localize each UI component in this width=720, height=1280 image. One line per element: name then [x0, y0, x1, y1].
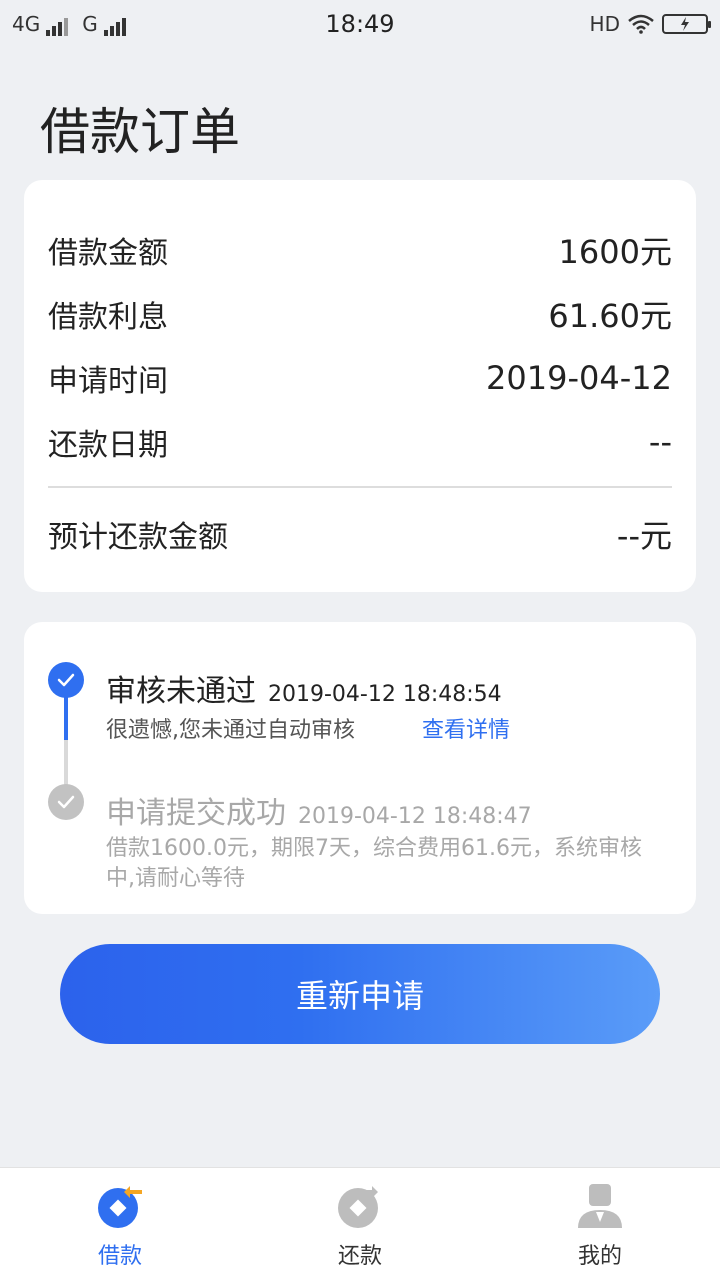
- tab-profile[interactable]: 我的: [480, 1168, 720, 1280]
- bottom-tab-bar: 借款 还款 我的: [0, 1167, 720, 1280]
- reapply-button[interactable]: 重新申请: [60, 944, 660, 1044]
- tab-loan[interactable]: 借款: [0, 1168, 240, 1280]
- status-timeline-card: 审核未通过 2019-04-12 18:48:54 很遗憾,您未通过自动审核 查…: [24, 622, 696, 914]
- loan-icon: [98, 1186, 142, 1228]
- timeline-desc: 很遗憾,您未通过自动审核: [106, 718, 355, 743]
- summary-row-expected-repay: 预计还款金额 --元: [48, 514, 672, 555]
- repay-icon: [338, 1186, 378, 1228]
- summary-row-amount: 借款金额 1600元: [48, 230, 672, 271]
- summary-value: --: [648, 423, 672, 461]
- summary-label: 借款利息: [48, 300, 168, 335]
- timeline-item-rejected: 审核未通过 2019-04-12 18:48:54: [106, 666, 676, 710]
- summary-row-interest: 借款利息 61.60元: [48, 294, 672, 335]
- loan-summary-card: 借款金额 1600元 借款利息 61.60元 申请时间 2019-04-12 还…: [24, 180, 696, 592]
- summary-value: --元: [616, 517, 672, 555]
- page-title: 借款订单: [40, 103, 240, 161]
- tab-label: 我的: [577, 1244, 622, 1269]
- timeline-title: 审核未通过: [106, 674, 256, 709]
- summary-value: 61.60元: [548, 297, 672, 335]
- hd-label: HD: [589, 12, 620, 36]
- timeline-item-submitted: 申请提交成功 2019-04-12 18:48:47: [106, 788, 676, 832]
- summary-row-apply-time: 申请时间 2019-04-12: [48, 358, 672, 399]
- view-details-link[interactable]: 查看详情: [422, 712, 510, 744]
- tab-label: 借款: [97, 1244, 142, 1269]
- status-bar: 4G G 18:49 HD: [0, 0, 720, 50]
- summary-label: 申请时间: [48, 364, 168, 399]
- summary-label: 预计还款金额: [48, 520, 228, 555]
- timeline-line-inactive: [64, 740, 68, 786]
- summary-value: 1600元: [558, 233, 672, 271]
- timeline-time: 2019-04-12 18:48:47: [298, 804, 532, 829]
- timeline-desc: 借款1600.0元，期限7天，综合费用61.6元，系统审核中,请耐心等待: [106, 836, 642, 891]
- battery-icon: [662, 14, 711, 34]
- wifi-icon: [628, 14, 654, 34]
- profile-icon: [578, 1184, 622, 1228]
- timeline-time: 2019-04-12 18:48:54: [268, 682, 502, 707]
- summary-label: 还款日期: [48, 428, 168, 463]
- divider: [48, 486, 672, 488]
- timeline-title: 申请提交成功: [106, 796, 286, 831]
- status-right: HD: [589, 12, 711, 36]
- tab-repay[interactable]: 还款: [240, 1168, 480, 1280]
- summary-label: 借款金额: [48, 236, 168, 271]
- summary-value: 2019-04-12: [486, 359, 672, 397]
- check-circle-icon: [48, 784, 84, 820]
- check-circle-icon: [48, 662, 84, 698]
- tab-label: 还款: [337, 1244, 382, 1269]
- summary-row-repay-date: 还款日期 --: [48, 422, 672, 463]
